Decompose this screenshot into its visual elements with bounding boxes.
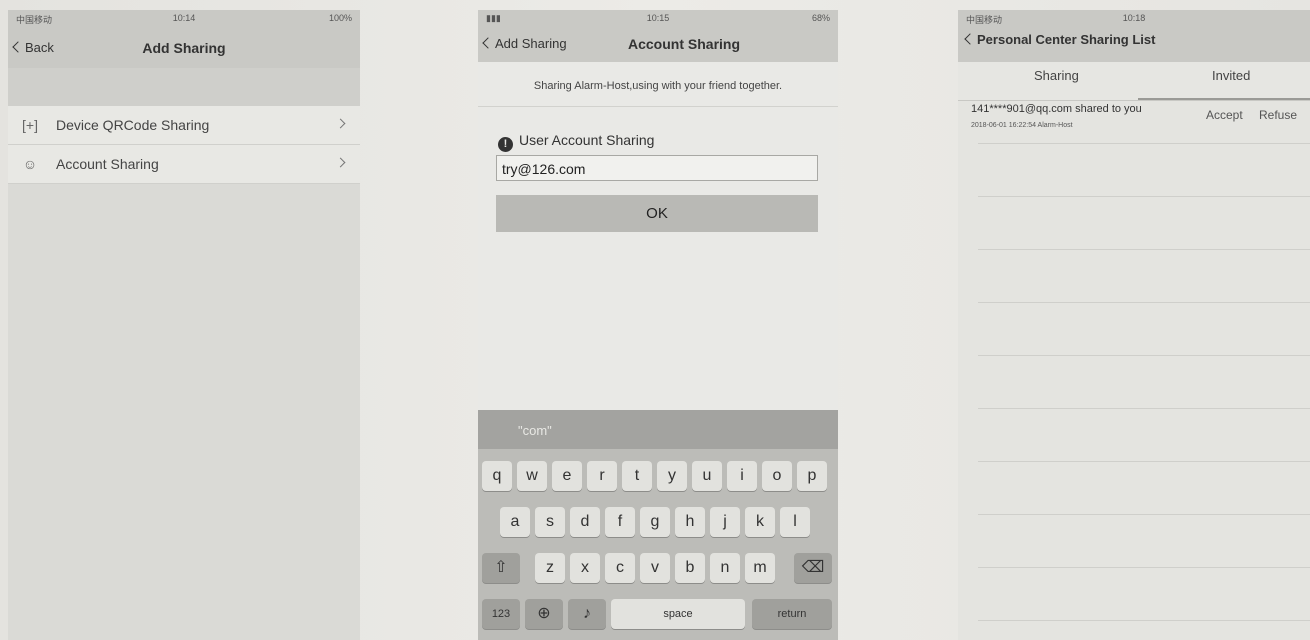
nav-bar: 中国移动 10:18 Personal Center Sharing List [958, 10, 1310, 62]
space-key[interactable]: space [611, 599, 745, 629]
section-label: ! User Account Sharing [498, 132, 654, 152]
key-z[interactable]: z [535, 553, 565, 583]
status-bar: 中国移动 10:14 100% [8, 10, 360, 26]
row-label: Device QRCode Sharing [56, 117, 210, 133]
clock-text: 10:14 [172, 13, 196, 23]
tab-sharing[interactable]: Sharing [1034, 68, 1079, 83]
key-q[interactable]: q [482, 461, 512, 491]
battery-text: 100% [328, 13, 352, 23]
invite-meta: 2018-06-01 16:22:54 Alarm-Host [971, 122, 1073, 129]
key-i[interactable]: i [727, 461, 757, 491]
tab-bar: Sharing Invited [958, 62, 1310, 101]
divider [978, 514, 1310, 515]
chevron-left-icon [482, 37, 494, 49]
divider [978, 196, 1310, 197]
nav-bar: 中国移动 10:14 100% Back Add Sharing [8, 10, 360, 68]
key-d[interactable]: d [570, 507, 600, 537]
divider [978, 143, 1310, 144]
qrcode-scan-icon: [+] [22, 117, 38, 133]
key-b[interactable]: b [675, 553, 705, 583]
account-input[interactable]: try@126.com [496, 155, 818, 181]
row-label: Account Sharing [56, 156, 159, 172]
clock-text: 10:15 [646, 13, 670, 23]
key-j[interactable]: j [710, 507, 740, 537]
divider [978, 620, 1310, 621]
key-y[interactable]: y [657, 461, 687, 491]
keyboard-suggestion-bar: "com" [478, 410, 838, 449]
accept-button[interactable]: Accept [1206, 108, 1243, 122]
key-x[interactable]: x [570, 553, 600, 583]
key-e[interactable]: e [552, 461, 582, 491]
divider [978, 408, 1310, 409]
account-sharing-row[interactable]: ☺ Account Sharing [8, 145, 360, 184]
status-bar: 中国移动 10:18 [958, 10, 1310, 26]
back-label: Add Sharing [495, 36, 567, 51]
numbers-key[interactable]: 123 [482, 599, 520, 629]
key-o[interactable]: o [762, 461, 792, 491]
shift-key[interactable]: ⇧ [482, 553, 520, 583]
add-sharing-screen: 中国移动 10:14 100% Back Add Sharing [+] Dev… [8, 10, 360, 640]
user-icon: ☺ [22, 156, 38, 172]
key-t[interactable]: t [622, 461, 652, 491]
key-p[interactable]: p [797, 461, 827, 491]
key-v[interactable]: v [640, 553, 670, 583]
key-l[interactable]: l [780, 507, 810, 537]
backspace-icon: ⌫ [801, 559, 825, 576]
suggestion-item[interactable]: "com" [518, 423, 552, 438]
section-label-text: User Account Sharing [519, 132, 655, 148]
nav-bar: ▮▮▮ 10:15 68% Add Sharing Account Sharin… [478, 10, 838, 62]
return-key[interactable]: return [752, 599, 832, 629]
ok-button[interactable]: OK [496, 195, 818, 232]
clock-text: 10:18 [1122, 13, 1146, 23]
section-gap [8, 68, 360, 106]
microphone-icon: ♪ [583, 605, 591, 622]
dictation-key[interactable]: ♪ [568, 599, 606, 629]
back-button[interactable]: Add Sharing [482, 36, 567, 51]
divider [978, 567, 1310, 568]
chevron-left-icon [964, 33, 976, 45]
sharing-list-screen: 中国移动 10:18 Personal Center Sharing List … [958, 10, 1310, 640]
keyboard: q w e r t y u i o p a s d f g h j k l ⇧ … [478, 449, 838, 640]
backspace-key[interactable]: ⌫ [794, 553, 832, 583]
key-r[interactable]: r [587, 461, 617, 491]
key-f[interactable]: f [605, 507, 635, 537]
chevron-right-icon [335, 118, 346, 129]
divider [978, 249, 1310, 250]
key-s[interactable]: s [535, 507, 565, 537]
divider [478, 106, 838, 107]
sharing-description: Sharing Alarm-Host,using with your frien… [533, 80, 783, 92]
back-label: Personal Center Sharing List [977, 32, 1156, 47]
shift-icon: ⇧ [494, 559, 508, 576]
key-u[interactable]: u [692, 461, 722, 491]
key-a[interactable]: a [500, 507, 530, 537]
device-qrcode-sharing-row[interactable]: [+] Device QRCode Sharing [8, 106, 360, 145]
status-bar: ▮▮▮ 10:15 68% [478, 10, 838, 26]
battery-text: 68% [811, 13, 830, 23]
globe-key[interactable]: ⊕ [525, 599, 563, 629]
key-h[interactable]: h [675, 507, 705, 537]
key-g[interactable]: g [640, 507, 670, 537]
page-title: Add Sharing [142, 40, 226, 56]
page-title: Account Sharing [628, 36, 741, 52]
account-sharing-screen: ▮▮▮ 10:15 68% Add Sharing Account Sharin… [478, 10, 838, 640]
tab-invited[interactable]: Invited [1212, 68, 1250, 83]
divider [978, 355, 1310, 356]
back-button[interactable]: Personal Center Sharing List [964, 32, 1156, 47]
key-n[interactable]: n [710, 553, 740, 583]
divider [978, 461, 1310, 462]
exclamation-icon: ! [498, 137, 513, 152]
globe-icon: ⊕ [537, 605, 551, 622]
list-item: 141****901@qq.com shared to you 2018-06-… [958, 100, 1310, 140]
divider [978, 302, 1310, 303]
invite-sender: 141****901@qq.com shared to you [971, 103, 1142, 115]
key-c[interactable]: c [605, 553, 635, 583]
refuse-button[interactable]: Refuse [1259, 108, 1297, 122]
key-k[interactable]: k [745, 507, 775, 537]
key-w[interactable]: w [517, 461, 547, 491]
key-m[interactable]: m [745, 553, 775, 583]
chevron-right-icon [335, 157, 346, 168]
